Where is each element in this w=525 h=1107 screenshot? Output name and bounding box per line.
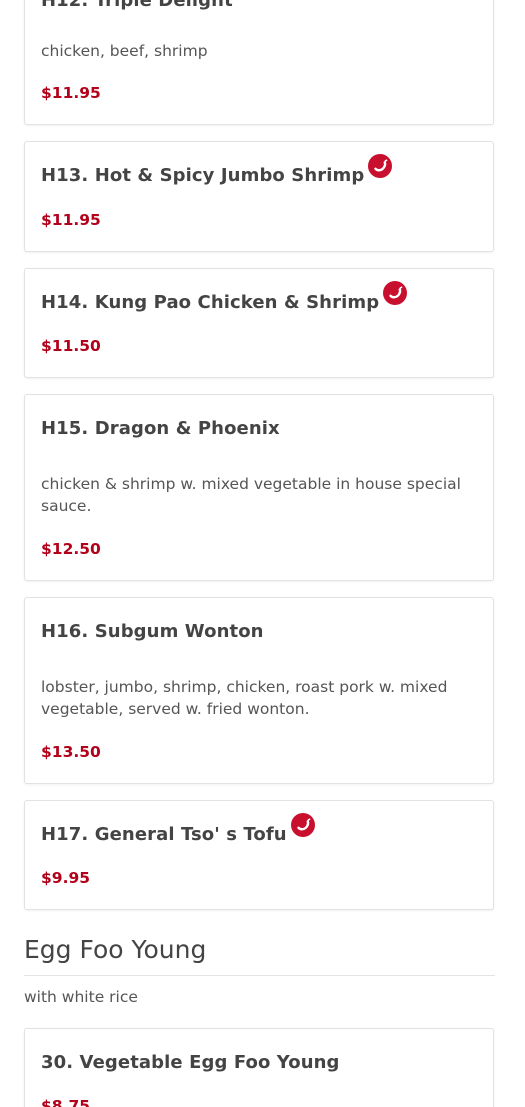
menu-item-card[interactable]: H14. Kung Pao Chicken & Shrimp $11.50 — [24, 268, 494, 378]
chili-pepper-icon — [383, 281, 408, 305]
chili-pepper-icon — [368, 154, 393, 178]
menu-item-card[interactable]: H13. Hot & Spicy Jumbo Shrimp $11.95 — [24, 141, 494, 252]
item-name-text: H14. Kung Pao Chicken & Shrimp — [41, 292, 380, 313]
item-name: H14. Kung Pao Chicken & Shrimp — [41, 281, 408, 315]
menu-item-card[interactable]: H12. Triple Delight chicken, beef, shrim… — [24, 0, 494, 125]
item-price: $11.95 — [41, 211, 101, 229]
item-name-text: H13. Hot & Spicy Jumbo Shrimp — [41, 165, 365, 186]
menu-item-card[interactable]: 30. Vegetable Egg Foo Young $8.75 — [24, 1028, 494, 1107]
item-description: lobster, jumbo, shrimp, chicken, roast p… — [41, 678, 448, 718]
menu-item-card[interactable]: H17. General Tso' s Tofu $9.95 — [24, 800, 494, 910]
chili-pepper-icon — [290, 813, 315, 837]
item-price: $11.95 — [41, 84, 101, 102]
item-name: H13. Hot & Spicy Jumbo Shrimp — [41, 154, 393, 188]
item-price: $11.50 — [41, 337, 101, 355]
item-price: $12.50 — [41, 540, 101, 558]
menu-item-card[interactable]: H16. Subgum Wonton lobster, jumbo, shrim… — [24, 597, 494, 784]
menu-page: H12. Triple Delight chicken, beef, shrim… — [0, 0, 525, 1107]
item-name: H15. Dragon & Phoenix — [41, 418, 280, 439]
item-description: chicken & shrimp w. mixed vegetable in h… — [41, 475, 461, 515]
item-price: $13.50 — [41, 743, 101, 761]
section-title: Egg Foo Young — [24, 935, 207, 964]
item-price: $9.95 — [41, 869, 91, 887]
item-description: chicken, beef, shrimp — [41, 42, 208, 60]
menu-item-card[interactable]: H15. Dragon & Phoenix chicken & shrimp w… — [24, 394, 494, 581]
section-subtitle: with white rice — [24, 988, 138, 1006]
item-name: H16. Subgum Wonton — [41, 621, 264, 642]
section-divider — [24, 975, 495, 976]
item-price: $8.75 — [41, 1097, 91, 1107]
item-name: H12. Triple Delight — [41, 0, 233, 11]
item-name-text: H17. General Tso' s Tofu — [41, 824, 287, 845]
item-name: 30. Vegetable Egg Foo Young — [41, 1052, 340, 1073]
item-name: H17. General Tso' s Tofu — [41, 813, 315, 847]
